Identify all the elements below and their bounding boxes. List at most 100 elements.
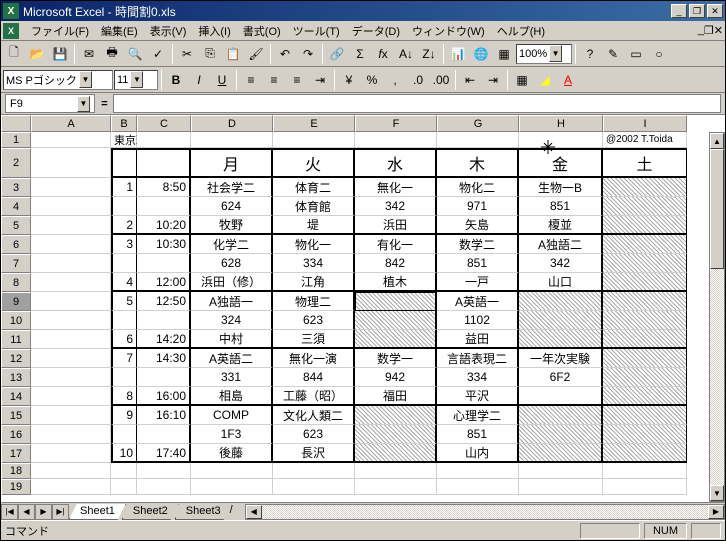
cell-I18[interactable]: [603, 463, 687, 479]
percent-icon[interactable]: %: [361, 69, 383, 91]
cell-H2[interactable]: 金: [519, 148, 603, 178]
cell-H12[interactable]: 一年次実験: [519, 349, 603, 368]
cell-G5[interactable]: 矢島: [437, 216, 519, 235]
cell-E8[interactable]: 江角: [273, 273, 355, 292]
sheet-tab-Sheet2[interactable]: Sheet2: [122, 504, 179, 520]
cell-H13[interactable]: 6F2: [519, 368, 603, 387]
cell-A12[interactable]: [31, 349, 111, 368]
format-painter-icon[interactable]: 🖌: [245, 43, 267, 65]
cell-E2[interactable]: 火: [273, 148, 355, 178]
cell-I4[interactable]: [603, 197, 687, 216]
bold-icon[interactable]: B: [165, 69, 187, 91]
cell-D9[interactable]: A独語一: [191, 292, 273, 311]
fx-icon[interactable]: fx: [372, 43, 394, 65]
scroll-left-icon[interactable]: ◀: [246, 505, 262, 519]
currency-icon[interactable]: ¥: [338, 69, 360, 91]
save-icon[interactable]: 💾: [49, 43, 71, 65]
cell-C3[interactable]: 8:50: [137, 178, 191, 197]
preview-icon[interactable]: 🔍: [124, 43, 146, 65]
cell-D7[interactable]: 628: [191, 254, 273, 273]
cell-D5[interactable]: 牧野: [191, 216, 273, 235]
draw-icon[interactable]: ✎: [602, 43, 624, 65]
sum-icon[interactable]: Σ: [349, 43, 371, 65]
menu-format[interactable]: 書式(O): [237, 23, 287, 39]
cell-G13[interactable]: 334: [437, 368, 519, 387]
cell-G14[interactable]: 平沢: [437, 387, 519, 406]
cell-H7[interactable]: 342: [519, 254, 603, 273]
row-header-7[interactable]: 7: [1, 254, 31, 273]
cell-F4[interactable]: 342: [355, 197, 437, 216]
cell-I16[interactable]: [603, 425, 687, 444]
cell-B4[interactable]: [111, 197, 137, 216]
cell-G2[interactable]: 木: [437, 148, 519, 178]
open-icon[interactable]: 📂: [26, 43, 48, 65]
cell-F7[interactable]: 842: [355, 254, 437, 273]
cell-E1[interactable]: [273, 132, 355, 148]
tab-last-icon[interactable]: ▶|: [52, 504, 69, 520]
cell-I10[interactable]: [603, 311, 687, 330]
row-header-11[interactable]: 11: [1, 330, 31, 349]
sheet-tab-Sheet3[interactable]: Sheet3: [175, 504, 232, 520]
cell-B8[interactable]: 4: [111, 273, 137, 292]
cell-G6[interactable]: 数学二: [437, 235, 519, 254]
row-header-12[interactable]: 12: [1, 349, 31, 368]
cell-C6[interactable]: 10:30: [137, 235, 191, 254]
col-header-G[interactable]: G: [437, 115, 519, 132]
cell-A11[interactable]: [31, 330, 111, 349]
row-header-9[interactable]: 9: [1, 292, 31, 311]
cell-F1[interactable]: [355, 132, 437, 148]
redo-icon[interactable]: ↷: [297, 43, 319, 65]
cell-H1[interactable]: [519, 132, 603, 148]
inc-dec-icon[interactable]: .0: [407, 69, 429, 91]
dec-dec-icon[interactable]: .00: [430, 69, 452, 91]
cell-E6[interactable]: 物化一: [273, 235, 355, 254]
cell-A5[interactable]: [31, 216, 111, 235]
paste-icon[interactable]: 📋: [222, 43, 244, 65]
cell-I1[interactable]: @2002 T.Toida: [603, 132, 687, 148]
cell-F9[interactable]: [355, 292, 437, 311]
cell-G8[interactable]: 一戸: [437, 273, 519, 292]
col-header-H[interactable]: H: [519, 115, 603, 132]
undo-icon[interactable]: ↶: [274, 43, 296, 65]
cell-F5[interactable]: 浜田: [355, 216, 437, 235]
cell-E5[interactable]: 堤: [273, 216, 355, 235]
cell-D13[interactable]: 331: [191, 368, 273, 387]
cell-A18[interactable]: [31, 463, 111, 479]
font-color-icon[interactable]: A: [557, 69, 579, 91]
cell-F16[interactable]: [355, 425, 437, 444]
cell-F13[interactable]: 942: [355, 368, 437, 387]
size-combo[interactable]: 11▼: [114, 70, 158, 90]
cell-E11[interactable]: 三須: [273, 330, 355, 349]
col-header-A[interactable]: A: [31, 115, 111, 132]
cell-E3[interactable]: 体育二: [273, 178, 355, 197]
cell-E4[interactable]: 体育館: [273, 197, 355, 216]
cell-A7[interactable]: [31, 254, 111, 273]
cell-I11[interactable]: [603, 330, 687, 349]
sort-desc-icon[interactable]: Z↓: [418, 43, 440, 65]
cell-E19[interactable]: [273, 479, 355, 495]
cell-C13[interactable]: [137, 368, 191, 387]
cell-I12[interactable]: [603, 349, 687, 368]
border-tool-icon[interactable]: ▭: [625, 43, 647, 65]
tab-prev-icon[interactable]: ◀: [18, 504, 35, 520]
cell-D3[interactable]: 社会学二: [191, 178, 273, 197]
cell-A1[interactable]: [31, 132, 111, 148]
col-header-E[interactable]: E: [273, 115, 355, 132]
col-header-I[interactable]: I: [603, 115, 687, 132]
row-header-19[interactable]: 19: [1, 479, 31, 495]
cell-D1[interactable]: [191, 132, 273, 148]
app-icon[interactable]: X: [3, 23, 19, 39]
close-button[interactable]: ✕: [707, 4, 723, 18]
cell-B18[interactable]: [111, 463, 137, 479]
cell-B5[interactable]: 2: [111, 216, 137, 235]
row-header-3[interactable]: 3: [1, 178, 31, 197]
menu-edit[interactable]: 編集(E): [95, 23, 144, 39]
menu-file[interactable]: ファイル(F): [25, 23, 95, 39]
row-header-8[interactable]: 8: [1, 273, 31, 292]
cell-G12[interactable]: 言語表現二: [437, 349, 519, 368]
cell-E13[interactable]: 844: [273, 368, 355, 387]
cell-F12[interactable]: 数学一: [355, 349, 437, 368]
cell-E18[interactable]: [273, 463, 355, 479]
col-header-C[interactable]: C: [137, 115, 191, 132]
row-header-2[interactable]: 2: [1, 148, 31, 178]
